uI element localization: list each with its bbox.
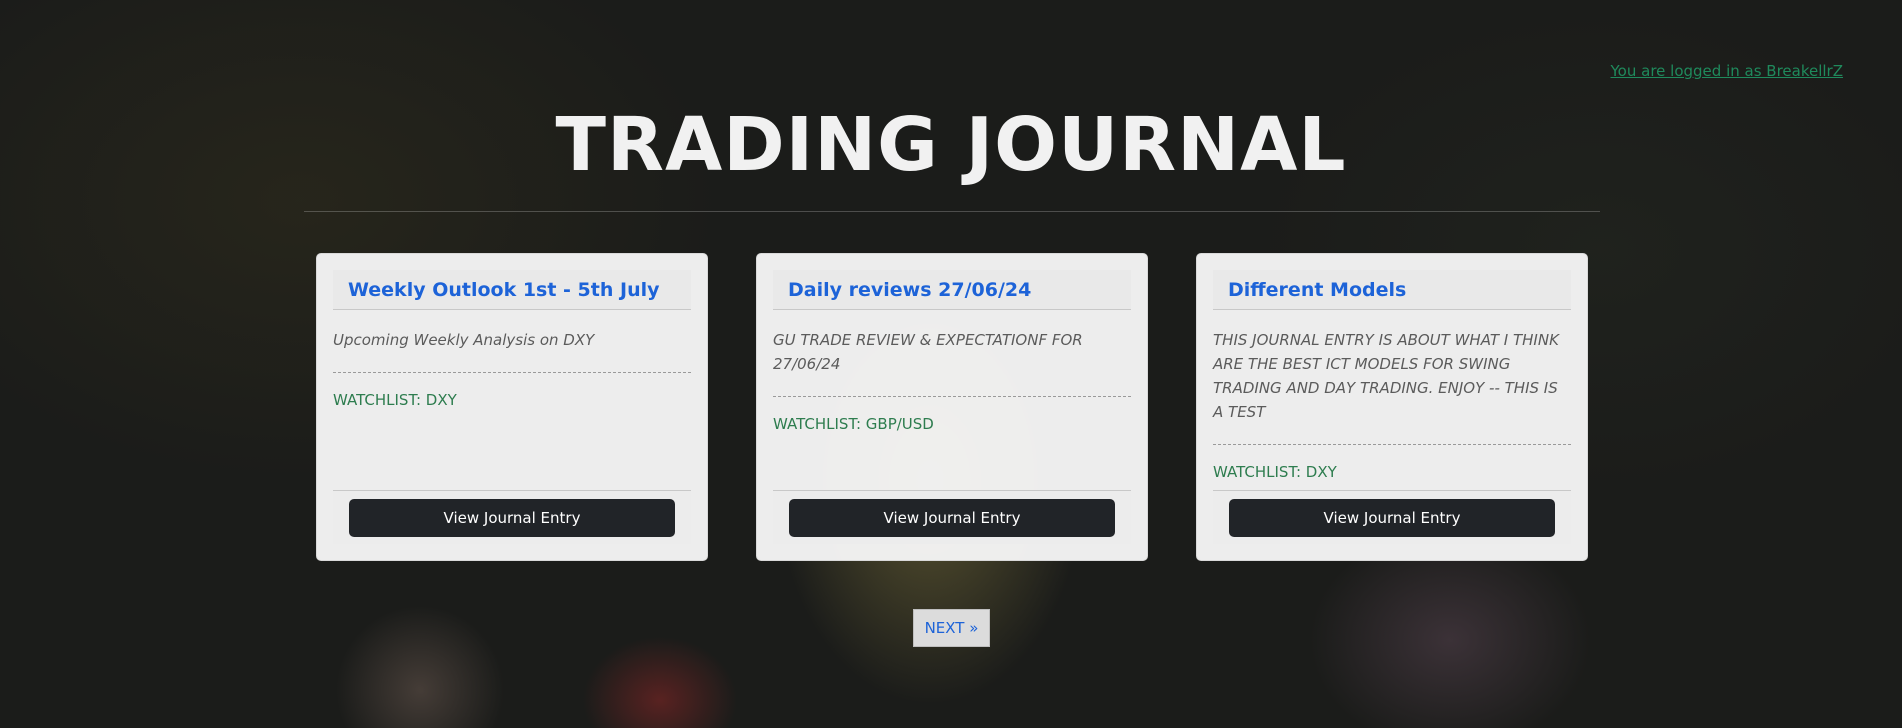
card-footer: View Journal Entry — [1213, 490, 1571, 544]
card-header: Different Models — [1213, 270, 1571, 310]
card-divider — [1213, 444, 1571, 445]
login-status-link[interactable]: You are logged in as BreakellrZ — [1611, 62, 1843, 80]
card-description: GU TRADE REVIEW & EXPECTATIONF FOR 27/06… — [773, 331, 1083, 373]
view-journal-entry-button[interactable]: View Journal Entry — [349, 498, 675, 537]
view-journal-entry-button[interactable]: View Journal Entry — [1229, 498, 1555, 537]
journal-card: Daily reviews 27/06/24 GU TRADE REVIEW &… — [756, 253, 1148, 561]
journal-card-list: Weekly Outlook 1st - 5th July Upcoming W… — [316, 253, 1588, 561]
card-footer: View Journal Entry — [333, 490, 691, 544]
card-header: Daily reviews 27/06/24 — [773, 270, 1131, 310]
card-title: Daily reviews 27/06/24 — [788, 278, 1032, 301]
page-title: TRADING JOURNAL — [555, 102, 1347, 188]
title-divider — [304, 211, 1600, 212]
card-divider — [333, 372, 691, 373]
card-description: THIS JOURNAL ENTRY IS ABOUT WHAT I THINK… — [1213, 331, 1559, 421]
card-watchlist: WATCHLIST: DXY — [1213, 463, 1337, 481]
card-title: Weekly Outlook 1st - 5th July — [348, 278, 660, 301]
journal-card: Weekly Outlook 1st - 5th July Upcoming W… — [316, 253, 708, 561]
card-footer: View Journal Entry — [773, 490, 1131, 544]
next-page-button[interactable]: NEXT » — [913, 609, 990, 647]
card-title: Different Models — [1228, 278, 1407, 301]
card-watchlist: WATCHLIST: DXY — [333, 391, 457, 409]
card-divider — [773, 396, 1131, 397]
card-header: Weekly Outlook 1st - 5th July — [333, 270, 691, 310]
card-watchlist: WATCHLIST: GBP/USD — [773, 415, 934, 433]
journal-card: Different Models THIS JOURNAL ENTRY IS A… — [1196, 253, 1588, 561]
view-journal-entry-button[interactable]: View Journal Entry — [789, 498, 1115, 537]
card-description: Upcoming Weekly Analysis on DXY — [333, 331, 595, 349]
